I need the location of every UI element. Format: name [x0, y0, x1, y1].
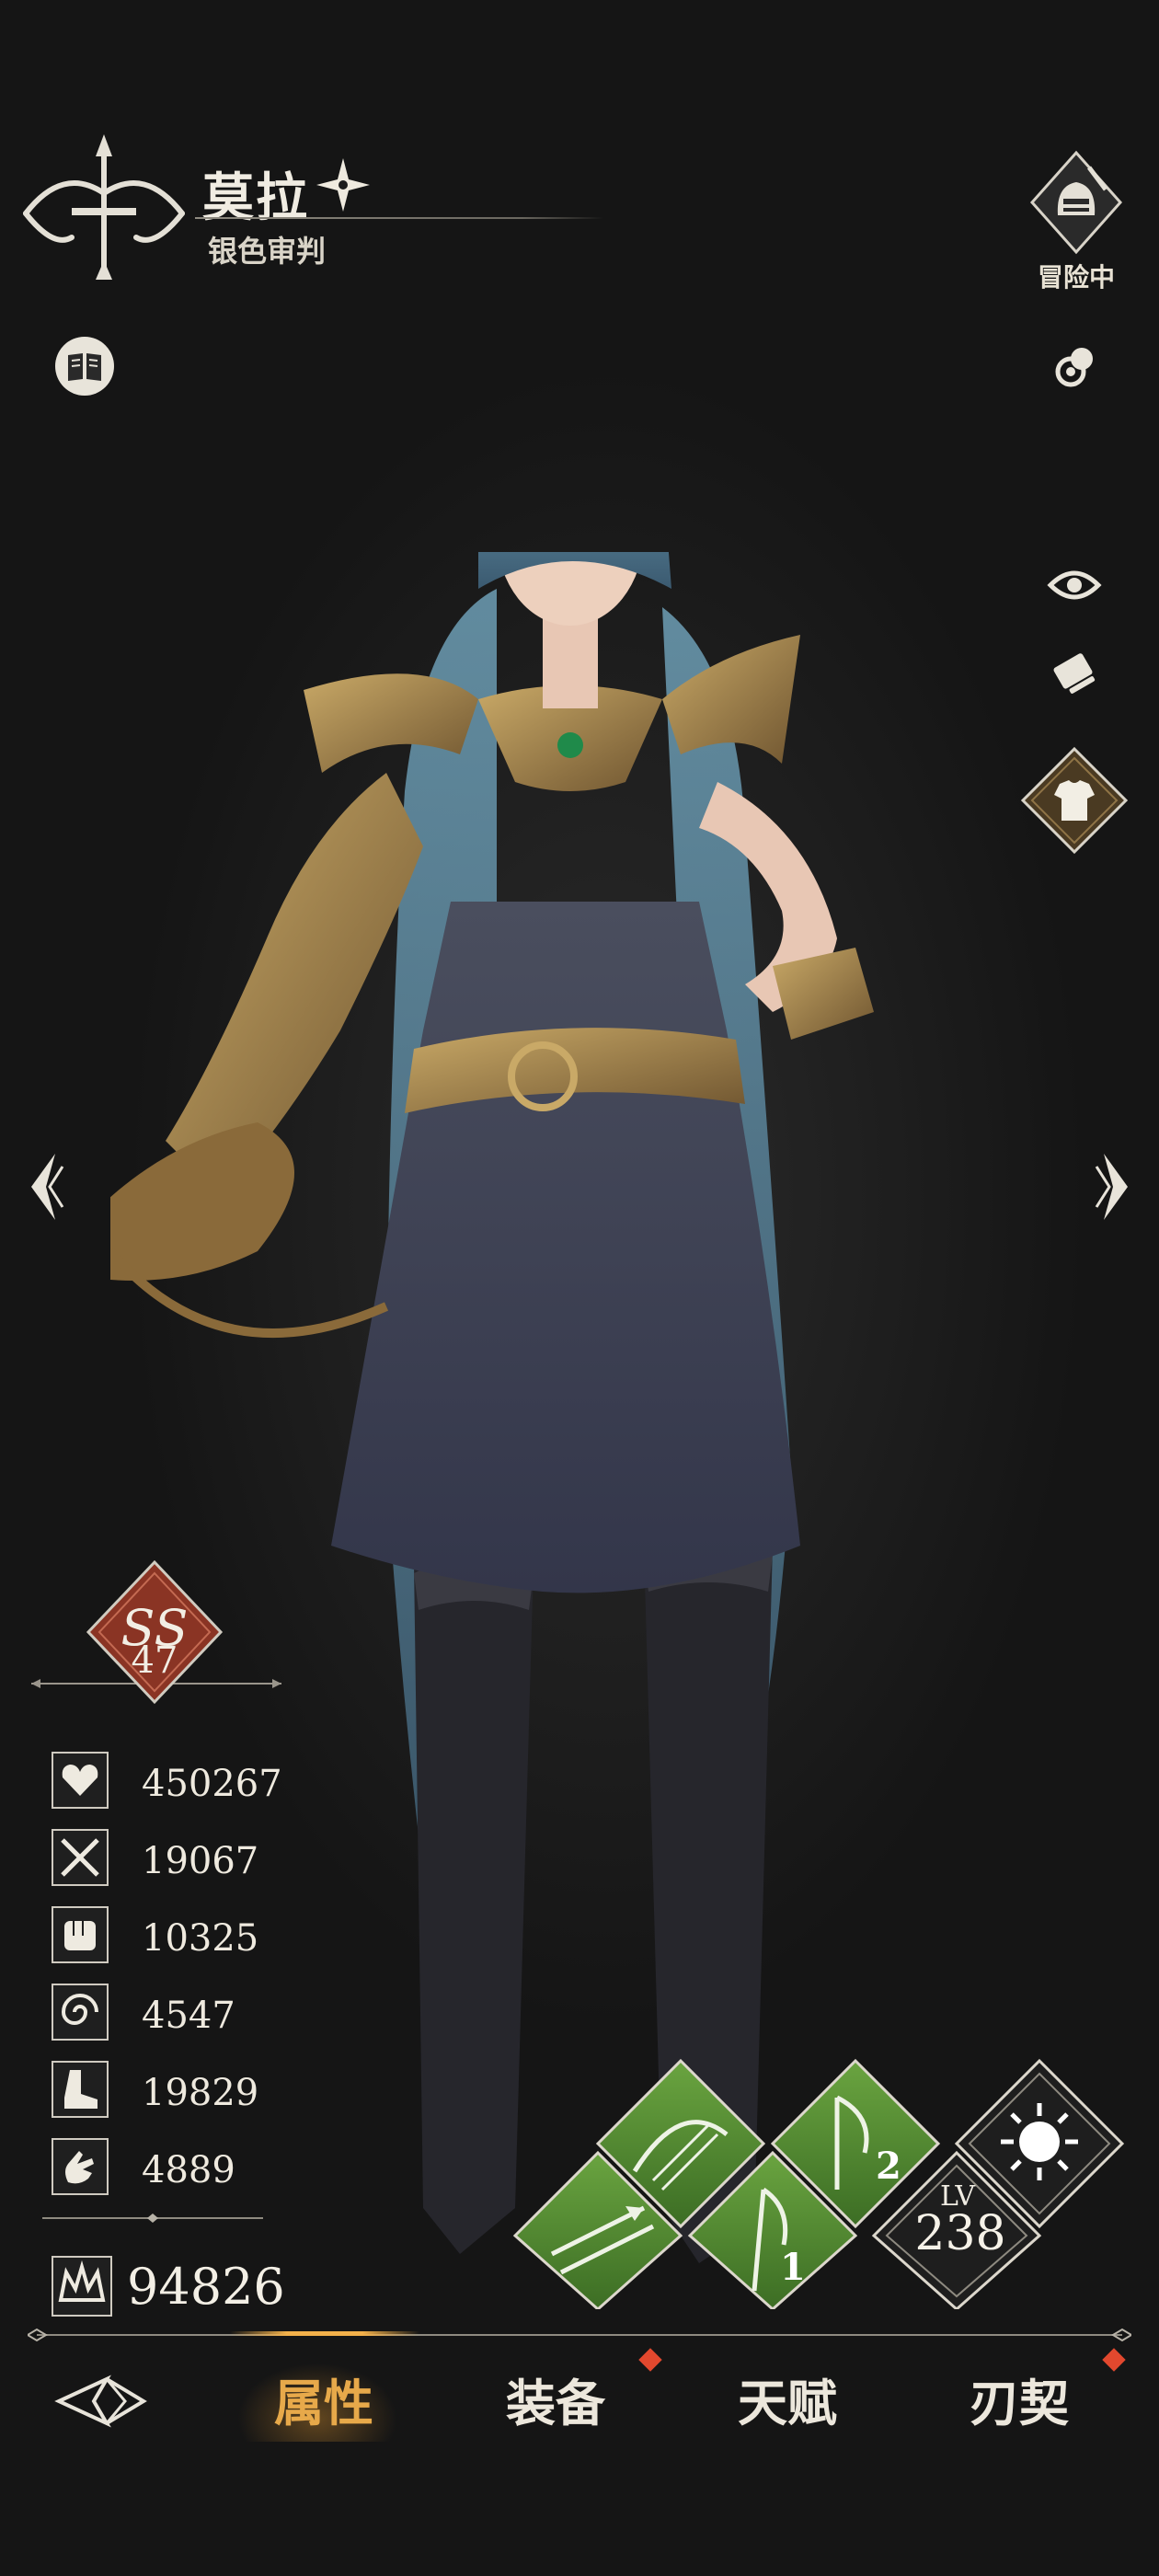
rank-emblem: SS: [31, 1559, 281, 1705]
stat-row-crit: 4547: [52, 1984, 346, 2048]
name-underline: [195, 217, 603, 219]
heart-icon: [52, 1752, 109, 1809]
character-title: 银色审判: [208, 234, 327, 269]
next-character-arrow-icon[interactable]: [1091, 1150, 1137, 1224]
pacifier-icon[interactable]: [1045, 337, 1104, 396]
book-icon: [68, 353, 101, 381]
card-icon[interactable]: [1045, 644, 1104, 703]
skill-number: 2: [876, 2145, 901, 2188]
nav-divider: [28, 2328, 1131, 2342]
stat-value: 10325: [142, 1917, 259, 1960]
hand-icon: [52, 2138, 109, 2195]
boot-icon: [52, 2061, 109, 2118]
stat-row-speed: 19829: [52, 2061, 346, 2125]
crown-wing-icon: [52, 2256, 112, 2317]
knight-helmet-icon: [1029, 150, 1123, 255]
character-name: 莫拉: [202, 167, 309, 228]
stat-value: 450267: [142, 1763, 282, 1805]
stat-value: 4889: [142, 2149, 235, 2191]
previous-character-arrow-icon[interactable]: [22, 1150, 68, 1224]
outfit-wardrobe-icon[interactable]: [1017, 743, 1131, 857]
tab-equipment[interactable]: 装备: [473, 2363, 638, 2432]
stat-value: 19067: [142, 1840, 259, 1882]
stat-row-defense: 10325: [52, 1906, 346, 1971]
bow-class-emblem-icon: [23, 134, 185, 280]
active-tab-indicator: [230, 2331, 419, 2336]
tab-attributes[interactable]: 属性: [241, 2363, 407, 2432]
stat-row-attack: 19067: [52, 1829, 346, 1893]
adventure-status-button[interactable]: 冒险中: [1019, 149, 1133, 296]
stat-value: 19829: [142, 2072, 259, 2114]
adventure-status-label: 冒险中: [1037, 262, 1115, 293]
stat-row-special: 4889: [52, 2138, 346, 2202]
skill-level-value: 238: [914, 2206, 1006, 2261]
skills-panel: 2 1: [512, 2058, 1125, 2309]
swirl-icon: [52, 1984, 109, 2041]
skill-number: 1: [780, 2246, 806, 2289]
tab-talent[interactable]: 天赋: [705, 2363, 870, 2432]
eye-icon[interactable]: [1045, 556, 1104, 615]
fist-icon: [52, 1906, 109, 1963]
tab-blade-pact[interactable]: 刃契: [936, 2363, 1102, 2432]
codex-book-button[interactable]: [55, 337, 114, 396]
crossed-swords-icon: [52, 1829, 109, 1886]
stat-row-hp: 450267: [52, 1752, 346, 1816]
rank-level: 47: [131, 1639, 178, 1682]
back-button[interactable]: [52, 2364, 153, 2429]
stat-value: 4547: [142, 1995, 235, 2037]
combat-power-value: 94826: [127, 2258, 285, 2316]
sparkle-star-icon: [316, 158, 370, 212]
stats-divider: [42, 2214, 263, 2223]
